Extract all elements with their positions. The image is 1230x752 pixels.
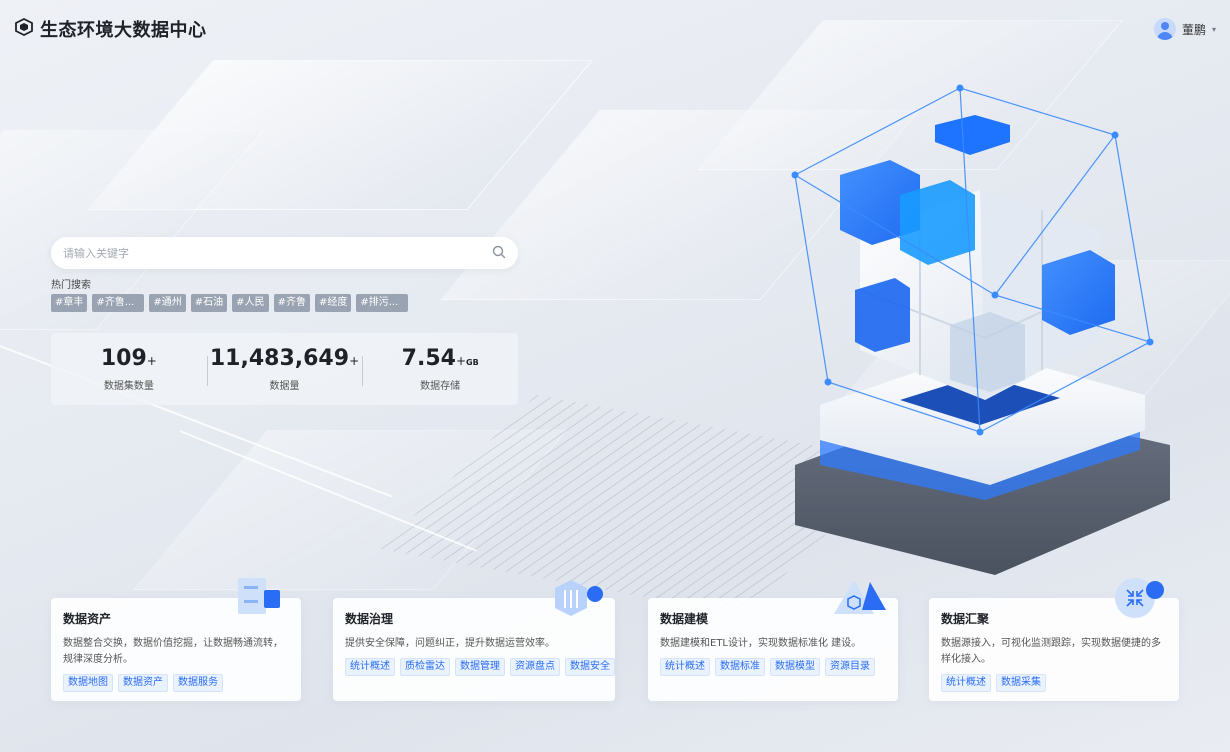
brand: 生态环境大数据中心: [14, 16, 207, 42]
hot-tag[interactable]: #排污...: [356, 294, 409, 312]
card-tag[interactable]: 数据安全: [565, 658, 615, 676]
stat-label: 数据量: [269, 381, 300, 392]
search-input[interactable]: [63, 246, 492, 260]
hot-search-title: 热门搜索: [51, 280, 91, 291]
card-tag[interactable]: 统计概述: [941, 674, 991, 692]
card-desc: 数据整合交换，数据价值挖掘，让数据畅通流转，规律深度分析。: [63, 638, 283, 665]
card-tag[interactable]: 数据标准: [715, 658, 765, 676]
card-tag[interactable]: 资源目录: [825, 658, 875, 676]
sliders-icon: [551, 578, 607, 624]
stat-value: 11,483,649: [209, 346, 350, 371]
collapse-arrows-icon: [1113, 576, 1169, 624]
stat-suffix: +: [146, 354, 157, 368]
card-data-governance[interactable]: 数据治理 提供安全保障，问题纠正，提升数据运营效率。 统计概述 质检雷达 数据管…: [333, 580, 615, 701]
card-desc: 数据源接入，可视化监测跟踪，实现数据便捷的多样化接入。: [941, 638, 1161, 665]
card-tag[interactable]: 质检雷达: [400, 658, 450, 676]
card-tag[interactable]: 统计概述: [345, 658, 395, 676]
data-cube-illustration: [780, 80, 1180, 580]
card-tags: 数据地图 数据资产 数据服务: [63, 674, 289, 692]
cube-icon: [832, 576, 888, 622]
hot-tag[interactable]: #章丰: [51, 294, 88, 312]
search-icon[interactable]: [492, 244, 506, 263]
search-bar: [51, 237, 518, 269]
hot-tag[interactable]: #人民: [232, 294, 269, 312]
card-tag[interactable]: 数据采集: [996, 674, 1046, 692]
hot-tag[interactable]: #通州: [149, 294, 186, 312]
card-tags: 统计概述 数据采集: [941, 674, 1167, 692]
stat-suffix: +: [455, 354, 467, 368]
card-desc: 数据建模和ETL设计，实现数据标准化 建设。: [660, 638, 862, 649]
app-title: 生态环境大数据中心: [40, 20, 207, 41]
card-tag[interactable]: 统计概述: [660, 658, 710, 676]
card-tag[interactable]: 资源盘点: [510, 658, 560, 676]
header: 生态环境大数据中心 董鹏 ▾: [0, 0, 1230, 58]
logo-icon: [14, 17, 34, 41]
card-tag[interactable]: 数据管理: [455, 658, 505, 676]
card-tag[interactable]: 数据资产: [118, 674, 168, 692]
card-tag[interactable]: 数据地图: [63, 674, 113, 692]
stat-data-volume: 11,483,649+ 数据量: [206, 346, 363, 392]
hot-tag[interactable]: #齐鲁...: [92, 294, 145, 312]
stat-dataset-count: 109+ 数据集数量: [51, 346, 207, 392]
card-tags: 统计概述 质检雷达 数据管理 资源盘点 数据安全: [345, 658, 615, 676]
avatar[interactable]: [1153, 18, 1176, 40]
user-name[interactable]: 董鹏: [1182, 21, 1206, 38]
user-menu[interactable]: 董鹏 ▾: [1153, 18, 1216, 40]
card-tag[interactable]: 数据服务: [173, 674, 223, 692]
stat-suffix: +: [349, 354, 360, 368]
hot-tag[interactable]: #石油: [190, 294, 228, 312]
stat-value: 7.54: [401, 346, 456, 371]
card-data-modeling[interactable]: 数据建模 数据建模和ETL设计，实现数据标准化 建设。 统计概述 数据标准 数据…: [648, 580, 898, 701]
server-icon: [236, 576, 284, 622]
stat-unit: GB: [466, 358, 479, 367]
card-tag[interactable]: 数据模型: [770, 658, 820, 676]
card-desc: 提供安全保障，问题纠正，提升数据运营效率。: [345, 638, 555, 649]
hot-tag[interactable]: #经度: [314, 294, 352, 312]
stat-value: 109: [100, 346, 147, 371]
card-data-aggregation[interactable]: 数据汇聚 数据源接入，可视化监测跟踪，实现数据便捷的多样化接入。 统计概述 数据…: [929, 578, 1179, 701]
card-data-assets[interactable]: 数据资产 数据整合交换，数据价值挖掘，让数据畅通流转，规律深度分析。 数据地图 …: [51, 578, 301, 701]
stat-label: 数据存储: [420, 381, 461, 392]
stat-label: 数据集数量: [103, 381, 154, 392]
hot-search-tags: #章丰 #齐鲁... #通州 #石油 #人民 #齐鲁 #经度 #排污...: [51, 294, 409, 312]
stats-panel: 109+ 数据集数量 11,483,649+ 数据量 7.54+GB 数据存储: [51, 333, 518, 405]
stat-storage: 7.54+GB 数据存储: [362, 346, 518, 392]
card-tags: 统计概述 数据标准 数据模型 资源目录: [660, 658, 886, 676]
hot-tag[interactable]: #齐鲁: [273, 294, 310, 312]
chevron-down-icon[interactable]: ▾: [1212, 25, 1216, 34]
